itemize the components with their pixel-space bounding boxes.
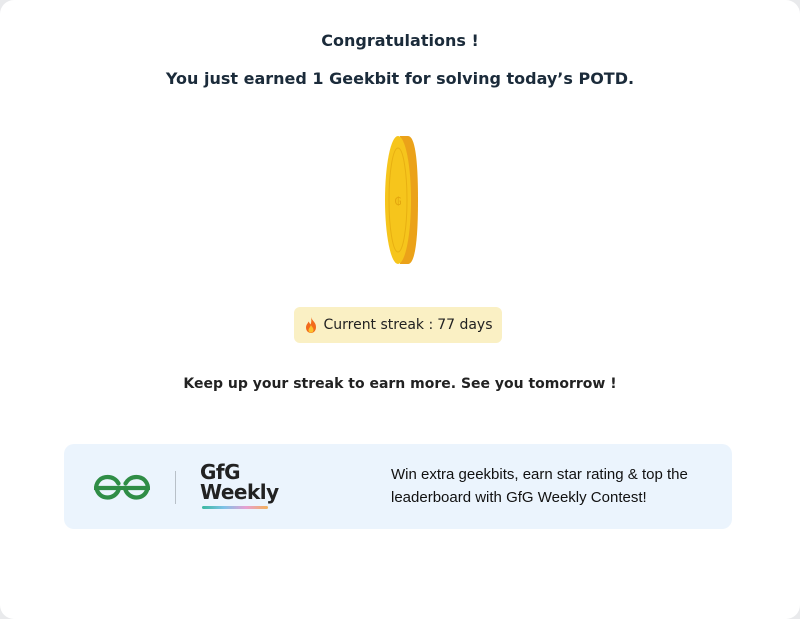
dialog-subtitle: You just earned 1 Geekbit for solving to… xyxy=(165,69,635,88)
gfg-weekly-banner[interactable]: GfG Weekly Win extra geekbits, earn star… xyxy=(64,444,732,529)
streak-message: Keep up your streak to earn more. See yo… xyxy=(183,376,617,392)
logo-divider xyxy=(175,471,176,504)
dialog-title: Congratulations ! xyxy=(321,31,479,50)
weekly-contest-text: Win extra geekbits, earn star rating & t… xyxy=(391,466,688,506)
geekbit-coin-icon: ₲ xyxy=(385,136,418,264)
svg-text:₲: ₲ xyxy=(395,195,402,208)
fire-icon xyxy=(306,317,317,333)
congratulations-dialog: Congratulations ! You just earned 1 Geek… xyxy=(0,0,800,619)
streak-label: Current streak : xyxy=(323,317,434,333)
gfg-logo-icon xyxy=(94,474,150,500)
weekly-logo-line2: Weekly xyxy=(200,480,279,504)
streak-value: 77 days xyxy=(437,317,493,333)
gfg-weekly-logo: GfG Weekly xyxy=(200,461,282,511)
current-streak-badge: Current streak : 77 days xyxy=(294,307,502,343)
weekly-logo-underline xyxy=(202,506,268,509)
